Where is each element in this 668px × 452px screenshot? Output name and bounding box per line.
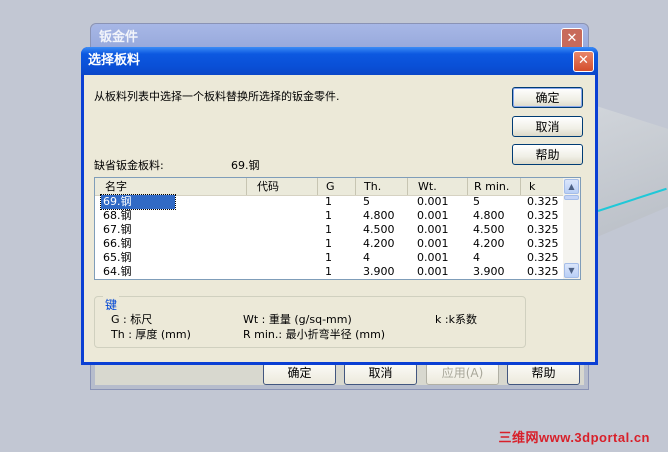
table-cell: 0.325 xyxy=(527,265,559,278)
column-header-rmin[interactable]: R min. xyxy=(468,178,521,195)
column-header-code[interactable]: 代码 xyxy=(247,178,318,195)
table-cell: 67.钢 xyxy=(103,223,132,236)
table-cell: 69.钢 xyxy=(100,194,176,210)
table-cell: 1 xyxy=(325,265,332,278)
column-header-k[interactable]: k xyxy=(521,178,563,195)
scroll-thumb[interactable] xyxy=(564,195,579,200)
table-cell: 4 xyxy=(363,251,370,264)
help-button[interactable]: 帮助 xyxy=(512,144,583,165)
table-cell: 0.001 xyxy=(417,251,449,264)
list-header: 名字 代码 G Th. Wt. R min. k xyxy=(95,178,563,196)
column-header-name[interactable]: 名字 xyxy=(95,178,247,195)
table-cell: 4.500 xyxy=(473,223,505,236)
table-cell: 1 xyxy=(325,223,332,236)
column-header-th[interactable]: Th. xyxy=(356,178,408,195)
table-cell: 3.900 xyxy=(473,265,505,278)
arrow-down-icon[interactable]: ▼ xyxy=(564,263,579,278)
table-cell: 0.001 xyxy=(417,195,449,208)
table-cell: 4.500 xyxy=(363,223,395,236)
dialog-title-bar: 选择板料 ✕ xyxy=(81,47,598,75)
table-cell: 68.钢 xyxy=(103,209,132,222)
parent-apply-button[interactable]: 应用(A) xyxy=(426,363,499,385)
table-cell: 1 xyxy=(325,237,332,250)
table-cell: 1 xyxy=(325,209,332,222)
table-cell: 4.200 xyxy=(473,237,505,250)
ok-button[interactable]: 确定 xyxy=(512,87,583,108)
watermark: 三维网www.3dportal.cn xyxy=(498,430,650,445)
close-icon: ✕ xyxy=(566,31,578,46)
table-row[interactable]: 66.钢 1 4.200 0.001 4.200 0.325 xyxy=(95,237,563,251)
table-cell: 4.200 xyxy=(363,237,395,250)
column-header-g[interactable]: G xyxy=(318,178,356,195)
key-wt: Wt : 重量 (g/sq-mm) xyxy=(243,313,352,326)
table-cell: 5 xyxy=(363,195,370,208)
parent-ok-button[interactable]: 确定 xyxy=(263,363,336,385)
table-cell: 0.325 xyxy=(527,223,559,236)
dialog-title: 选择板料 xyxy=(88,53,141,68)
list-rows: 69.钢 1 5 0.001 5 0.325 68.钢 1 4.800 0.001 4.800 0.3… xyxy=(95,194,563,279)
select-material-dialog: 选择板料 ✕ 从板料列表中选择一个板料替换所选择的钣金零件. 确定 取消 帮助 … xyxy=(81,47,598,365)
table-row[interactable]: 65.钢 1 4 0.001 4 0.325 xyxy=(95,251,563,265)
table-cell: 4.800 xyxy=(363,209,395,222)
table-cell: 0.325 xyxy=(527,237,559,250)
table-cell: 65.钢 xyxy=(103,251,132,264)
table-cell: 4 xyxy=(473,251,480,264)
parent-help-button[interactable]: 帮助 xyxy=(507,363,580,385)
table-cell: 0.001 xyxy=(417,209,449,222)
key-group: 键 G : 标尺 Th : 厚度 (mm) Wt : 重量 (g/sq-mm) … xyxy=(94,296,526,348)
table-row[interactable]: 67.钢 1 4.500 0.001 4.500 0.325 xyxy=(95,223,563,237)
background-3d-shape xyxy=(590,104,668,240)
table-cell: 64.钢 xyxy=(103,265,132,278)
table-cell: 0.325 xyxy=(527,195,559,208)
parent-cancel-button[interactable]: 取消 xyxy=(344,363,417,385)
list-scrollbar[interactable]: ▲ ▼ xyxy=(563,178,580,279)
material-list[interactable]: 名字 代码 G Th. Wt. R min. k 69.钢 1 5 0.001 5 0.3… xyxy=(94,177,581,280)
table-cell: 5 xyxy=(473,195,480,208)
parent-title: 钣金件 xyxy=(99,30,139,45)
instruction-text: 从板料列表中选择一个板料替换所选择的钣金零件. xyxy=(94,90,340,103)
cancel-button[interactable]: 取消 xyxy=(512,116,583,137)
table-cell: 4.800 xyxy=(473,209,505,222)
key-g: G : 标尺 xyxy=(111,313,153,326)
default-material-value: 69.钢 xyxy=(231,159,260,172)
table-cell: 0.325 xyxy=(527,251,559,264)
key-k: k :k系数 xyxy=(435,313,477,326)
table-cell: 0.001 xyxy=(417,237,449,250)
table-cell: 0.001 xyxy=(417,265,449,278)
key-rmin: R min.: 最小折弯半径 (mm) xyxy=(243,328,386,341)
table-row[interactable]: 69.钢 1 5 0.001 5 0.325 xyxy=(95,194,563,210)
default-material-label: 缺省钣金板料: xyxy=(94,159,164,172)
table-cell: 66.钢 xyxy=(103,237,132,250)
table-cell: 1 xyxy=(325,251,332,264)
table-cell: 3.900 xyxy=(363,265,395,278)
table-cell: 0.001 xyxy=(417,223,449,236)
column-header-wt[interactable]: Wt. xyxy=(408,178,468,195)
table-cell: 1 xyxy=(325,195,332,208)
table-row[interactable]: 64.钢 1 3.900 0.001 3.900 0.325 xyxy=(95,265,563,279)
dialog-close-button[interactable]: ✕ xyxy=(573,51,594,72)
table-row[interactable]: 68.钢 1 4.800 0.001 4.800 0.325 xyxy=(95,209,563,223)
close-icon: ✕ xyxy=(578,53,589,68)
table-cell: 0.325 xyxy=(527,209,559,222)
key-th: Th : 厚度 (mm) xyxy=(111,328,191,341)
arrow-up-icon[interactable]: ▲ xyxy=(564,179,579,194)
